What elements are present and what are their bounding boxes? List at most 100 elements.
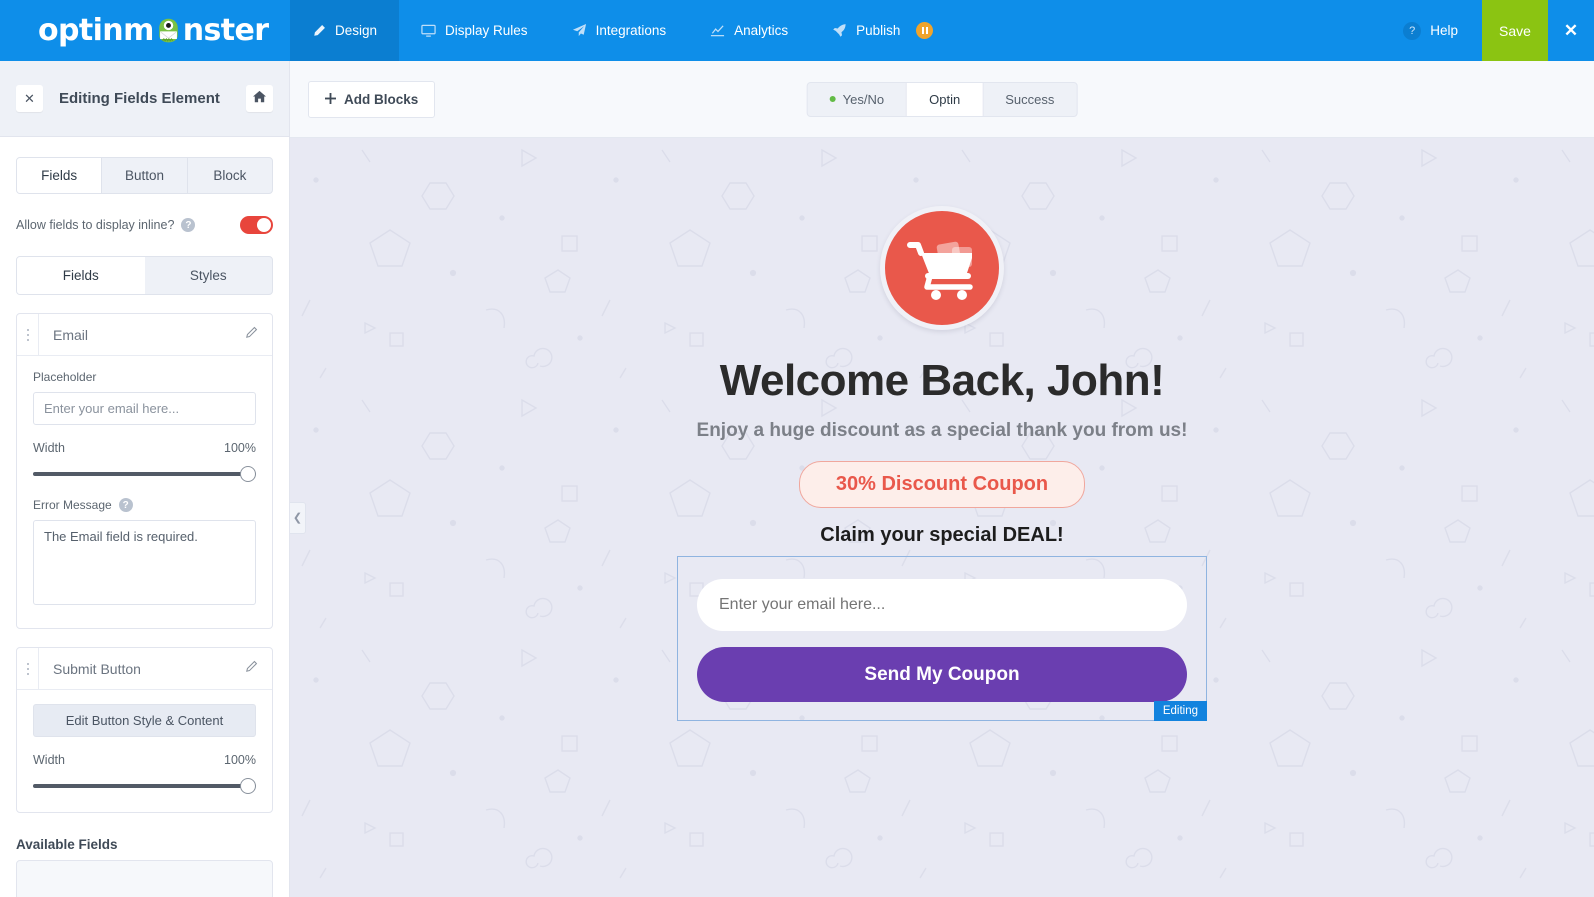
slider-track <box>33 784 256 788</box>
placeholder-input[interactable] <box>33 392 256 425</box>
popup-headline: Welcome Back, John! <box>719 356 1165 405</box>
canvas-toolbar: Add Blocks Yes/No Optin Success <box>290 61 1594 138</box>
width-row: Width 100% <box>33 441 256 455</box>
view-tab-optin-label: Optin <box>929 91 961 107</box>
element-type-tabs: Fields Button Block <box>16 157 273 194</box>
drag-handle-icon[interactable] <box>17 648 39 689</box>
nav-item-display-rules[interactable]: Display Rules <box>399 0 550 61</box>
popup-subheadline: Enjoy a huge discount as a special thank… <box>696 420 1188 441</box>
close-builder-button[interactable]: ✕ <box>1548 0 1594 61</box>
question-mark-icon: ? <box>1403 21 1422 40</box>
chevron-left-icon: ❮ <box>292 512 303 524</box>
top-navigation-bar: optinm nster Design Display Rules Integr… <box>0 0 1594 61</box>
save-button[interactable]: Save <box>1482 0 1548 61</box>
question-mark-icon[interactable]: ? <box>118 498 133 512</box>
coupon-badge: 30% Discount Coupon <box>798 461 1086 508</box>
width-row: Width 100% <box>33 753 256 767</box>
field-card-title: Submit Button <box>53 660 141 677</box>
width-label: Width <box>33 441 65 455</box>
chart-line-icon <box>710 23 725 38</box>
pencil-icon[interactable] <box>245 660 258 678</box>
inline-display-toggle[interactable] <box>240 216 273 234</box>
field-card-email: Email Placeholder Width 100% <box>16 313 273 629</box>
inline-display-label: Allow fields to display inline? <box>16 218 175 232</box>
submit-coupon-button[interactable]: Send My Coupon <box>697 647 1187 702</box>
main-content-area: ✕ Editing Fields Element Fields Button B… <box>0 61 1594 897</box>
error-message-textarea[interactable] <box>33 520 256 605</box>
nav-label-integrations: Integrations <box>595 23 667 38</box>
popup-claim-text: Claim your special DEAL! <box>820 524 1064 546</box>
logo-text-left: optinm <box>38 13 154 48</box>
field-card-header[interactable]: Submit Button <box>17 648 272 690</box>
width-slider[interactable] <box>33 466 256 482</box>
available-fields-label: Available Fields <box>16 837 118 852</box>
view-tab-success-label: Success <box>1005 91 1055 107</box>
pencil-icon[interactable] <box>245 326 258 344</box>
nav-item-publish[interactable]: Publish <box>810 0 955 61</box>
view-tab-optin[interactable]: Optin <box>906 82 984 116</box>
question-mark-icon[interactable]: ? <box>181 218 196 232</box>
subtab-fields[interactable]: Fields <box>17 257 145 294</box>
edit-button-style-button[interactable]: Edit Button Style & Content <box>33 704 256 737</box>
tab-block[interactable]: Block <box>188 158 272 193</box>
field-card-submit-button: Submit Button Edit Button Style & Conten… <box>16 647 273 813</box>
sidebar-close-button[interactable]: ✕ <box>16 85 43 112</box>
close-x-icon: ✕ <box>24 90 35 106</box>
plus-icon <box>325 92 336 107</box>
rocket-icon <box>832 23 847 38</box>
brand-logo[interactable]: optinm nster <box>0 0 290 61</box>
width-slider[interactable] <box>33 778 256 794</box>
page-title: Editing Fields Element <box>59 90 220 107</box>
width-value: 100% <box>224 441 256 455</box>
error-message-label: Error Message ? <box>33 498 256 512</box>
tab-button-label: Button <box>124 168 164 183</box>
canvas-area: Add Blocks Yes/No Optin Success ❮ Welcom… <box>290 61 1594 897</box>
optin-form-block[interactable]: Send My Coupon Editing <box>677 556 1207 721</box>
slider-track <box>33 472 256 476</box>
collapse-sidebar-button[interactable]: ❮ <box>290 501 306 534</box>
status-dot-icon <box>829 96 836 102</box>
logo-text-right: nster <box>182 13 269 48</box>
inline-display-setting: Allow fields to display inline? ? <box>16 216 273 234</box>
monitor-icon <box>421 23 436 38</box>
slider-thumb[interactable] <box>240 778 256 794</box>
tab-button[interactable]: Button <box>102 158 188 193</box>
tab-fields-label: Fields <box>41 168 78 183</box>
logo-wordmark: optinm nster <box>38 13 269 48</box>
fields-styles-tabs: Fields Styles <box>16 256 273 295</box>
nav-item-analytics[interactable]: Analytics <box>688 0 810 61</box>
tab-fields[interactable]: Fields <box>17 158 103 193</box>
publish-paused-badge <box>916 22 934 39</box>
editing-badge: Editing <box>1153 701 1207 721</box>
nav-item-integrations[interactable]: Integrations <box>550 0 689 61</box>
view-tab-yesno-label: Yes/No <box>842 91 885 107</box>
field-card-body: Placeholder Width 100% Error Message ? <box>17 356 272 628</box>
popup-preview-canvas: ❮ Welcome Back, John! Enjoy a huge disco… <box>290 138 1594 897</box>
help-label: Help <box>1430 23 1458 38</box>
view-tab-yesno[interactable]: Yes/No <box>808 83 906 116</box>
email-input[interactable] <box>697 579 1187 631</box>
subtab-styles[interactable]: Styles <box>145 257 273 294</box>
nav-label-analytics: Analytics <box>734 23 789 38</box>
toggle-knob <box>257 218 271 232</box>
error-message-label-text: Error Message <box>33 498 112 512</box>
save-label: Save <box>1499 22 1531 39</box>
home-button[interactable] <box>246 85 273 112</box>
close-x-icon: ✕ <box>1563 20 1579 40</box>
nav-item-design[interactable]: Design <box>290 0 400 61</box>
add-blocks-label: Add Blocks <box>344 91 419 107</box>
field-card-body: Edit Button Style & Content Width 100% <box>17 690 272 812</box>
help-button[interactable]: ? Help <box>1379 0 1482 61</box>
view-tab-success[interactable]: Success <box>983 83 1076 116</box>
slider-thumb[interactable] <box>240 466 256 482</box>
shopping-cart-icon <box>880 206 1004 330</box>
field-card-header[interactable]: Email <box>17 314 272 356</box>
drag-handle-icon[interactable] <box>17 314 39 355</box>
view-state-tabs: Yes/No Optin Success <box>806 81 1078 117</box>
subtab-fields-label: Fields <box>62 268 99 283</box>
subtab-styles-label: Styles <box>189 268 227 283</box>
topbar-right-actions: ? Help Save ✕ <box>1379 0 1594 61</box>
available-fields-list[interactable] <box>16 860 273 897</box>
add-blocks-button[interactable]: Add Blocks <box>308 80 436 118</box>
pencil-icon <box>312 24 326 38</box>
